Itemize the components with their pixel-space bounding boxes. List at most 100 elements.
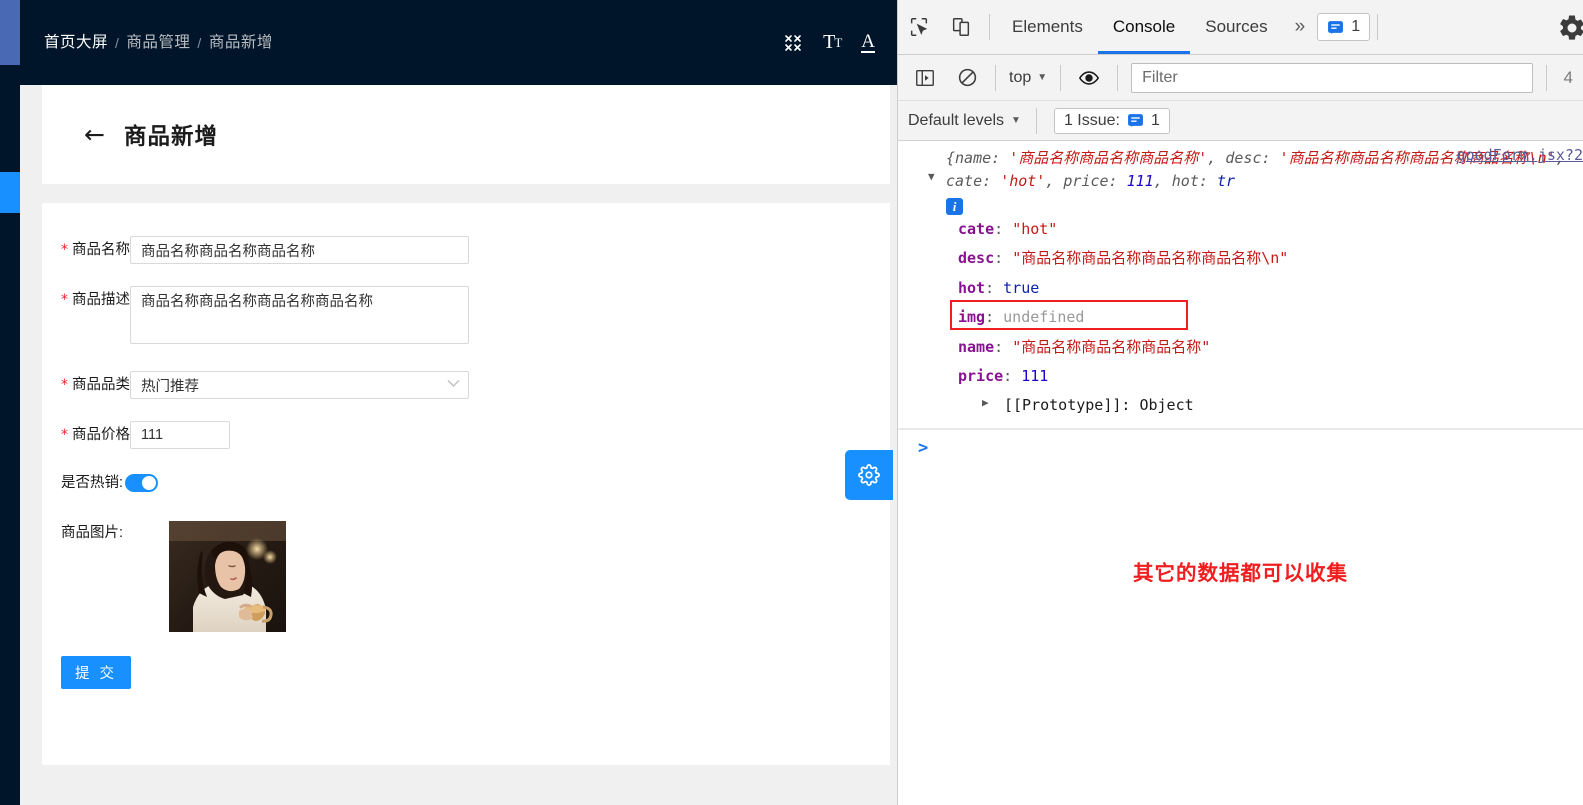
property-colon: :	[994, 337, 1013, 356]
product-price-input[interactable]	[130, 421, 230, 449]
preview-open-brace: {	[946, 149, 956, 167]
more-tabs-icon[interactable]: »	[1283, 16, 1318, 38]
toolbar-divider	[1377, 14, 1379, 40]
breadcrumb: 首页大屏 / 商品管理 / 商品新增	[44, 35, 273, 51]
toolbar-divider	[1035, 107, 1037, 134]
product-image-thumbnail[interactable]	[169, 521, 286, 632]
prototype-row[interactable]: ▶ [[Prototype]]: Object	[958, 391, 1583, 420]
form-row-hot: 是否热销:	[42, 471, 890, 495]
issue-message-icon	[1128, 114, 1143, 127]
issues-counter-badge[interactable]: 1	[1317, 13, 1371, 41]
clear-console-icon[interactable]	[946, 57, 988, 99]
log-levels-label: Default levels	[908, 111, 1005, 129]
devtools-tabbar: Elements Console Sources » 1	[898, 0, 1583, 55]
web-page-pane: 首页大屏 / 商品管理 / 商品新增 TT A ← 商品新增 * 商品名称 商品…	[0, 0, 897, 805]
toggle-knob	[142, 476, 156, 490]
tab-elements[interactable]: Elements	[997, 0, 1098, 54]
live-expression-eye-icon[interactable]	[1068, 57, 1110, 99]
property-row-price[interactable]: price: 111	[958, 362, 1583, 391]
product-desc-textarea[interactable]: 商品名称商品名称商品名称商品名称	[130, 286, 469, 344]
property-value: "商品名称商品名称商品名称商品名称\n"	[1012, 249, 1289, 268]
context-label: top	[1009, 68, 1032, 86]
console-source-link[interactable]: goodForm.jsx?2	[1457, 146, 1583, 164]
settings-gear-fab[interactable]	[845, 450, 893, 500]
product-category-select[interactable]	[130, 371, 469, 399]
info-icon: i	[946, 198, 963, 215]
property-colon: :	[994, 220, 1013, 238]
log-levels-selector[interactable]: Default levels ▼	[908, 112, 1029, 130]
property-row-img[interactable]: img: undefined	[950, 300, 1583, 332]
devtools-panel: Elements Console Sources » 1 top ▼ Filte…	[897, 0, 1583, 805]
tab-sources[interactable]: Sources	[1190, 0, 1282, 54]
breadcrumb-item-product-manage[interactable]: 商品管理	[126, 35, 190, 51]
info-badge-row: i	[898, 194, 1583, 215]
label-text: 商品价格	[72, 427, 130, 443]
issues-label: 1 Issue:	[1063, 111, 1120, 129]
property-key: img	[958, 308, 986, 327]
toolbar-divider	[1060, 64, 1062, 91]
hidden-messages-count: 4	[1563, 67, 1573, 87]
preview-key-name: name:	[955, 149, 1010, 167]
form-label-price: * 商品价格	[42, 421, 130, 449]
property-row-hot[interactable]: hot: true	[958, 274, 1583, 303]
toolbar-divider	[989, 14, 990, 40]
toolbar-divider	[1545, 64, 1547, 91]
property-value: true	[1003, 278, 1040, 297]
product-form-card: *商品名称 *商品描述 商品名称商品名称商品名称商品名称	[42, 203, 890, 765]
expand-disclosure-triangle[interactable]: ▼	[928, 170, 935, 183]
expand-disclosure-triangle[interactable]: ▶	[982, 392, 989, 414]
form-row-name: * 商品名称	[42, 236, 890, 264]
property-row-cate[interactable]: cate: "hot"	[958, 215, 1583, 244]
back-arrow-icon[interactable]: ←	[84, 122, 105, 147]
property-value: 111	[1021, 366, 1049, 385]
text-size-icon[interactable]: TT	[823, 31, 842, 54]
chevron-down-icon: ▼	[1037, 72, 1048, 83]
object-properties-list: cate: "hot" desc: "商品名称商品名称商品名称商品名称\n" h…	[898, 215, 1583, 421]
breadcrumb-item-product-add[interactable]: 商品新增	[209, 35, 273, 51]
sidebar-active-item-indicator[interactable]	[0, 172, 20, 213]
form-row-category: * 商品品类	[42, 371, 890, 399]
required-marker: *	[61, 242, 68, 258]
console-level-bar: Default levels ▼ 1 Issue: 1	[898, 101, 1583, 141]
property-colon: :	[985, 278, 1004, 297]
property-key: price	[958, 366, 1004, 385]
tab-console[interactable]: Console	[1098, 0, 1190, 54]
fullscreen-exit-icon[interactable]	[783, 33, 803, 53]
hot-toggle-switch[interactable]	[125, 474, 158, 492]
issues-summary-pill[interactable]: 1 Issue: 1	[1053, 107, 1170, 134]
font-color-icon[interactable]: A	[861, 31, 875, 54]
property-colon: :	[985, 308, 1004, 327]
console-log-entry: goodForm.jsx?2 {name: '商品名称商品名称商品名称', de…	[898, 141, 1583, 429]
page-header-card: ← 商品新增	[42, 85, 890, 184]
red-annotation-text: 其它的数据都可以收集	[1133, 561, 1348, 585]
product-name-input[interactable]	[130, 236, 469, 264]
form-label-image: 商品图片:	[61, 525, 124, 541]
console-sidebar-toggle-icon[interactable]	[904, 57, 946, 99]
property-value: "商品名称商品名称商品名称"	[1012, 337, 1211, 356]
console-prompt-caret: >	[918, 437, 929, 458]
preview-value-price: 111	[1126, 172, 1154, 191]
form-label-desc: * 商品描述	[42, 286, 130, 314]
devtools-settings-gear-icon[interactable]	[1557, 13, 1583, 48]
property-row-name[interactable]: name: "商品名称商品名称商品名称"	[958, 333, 1583, 362]
console-prompt-row[interactable]: >	[898, 428, 1583, 466]
form-label-name: * 商品名称	[42, 236, 130, 264]
device-toolbar-icon[interactable]	[940, 6, 982, 48]
execution-context-selector[interactable]: top ▼	[1003, 69, 1053, 87]
issue-message-icon	[1328, 20, 1344, 34]
property-colon: :	[1003, 366, 1022, 385]
property-row-desc[interactable]: desc: "商品名称商品名称商品名称商品名称\n"	[958, 244, 1583, 273]
submit-button[interactable]: 提 交	[61, 656, 132, 689]
form-label-category: * 商品品类	[42, 371, 130, 399]
issues-pill-count: 1	[1150, 111, 1160, 129]
inspect-element-icon[interactable]	[898, 6, 940, 48]
field-name	[130, 236, 469, 264]
console-filter-input[interactable]	[1131, 62, 1533, 93]
field-desc: 商品名称商品名称商品名称商品名称	[130, 286, 469, 349]
field-price	[130, 421, 230, 449]
property-value: undefined	[1003, 308, 1085, 327]
label-text: 商品名称	[72, 242, 130, 258]
prototype-label: [[Prototype]]: Object	[1004, 396, 1194, 415]
breadcrumb-item-home[interactable]: 首页大屏	[44, 35, 108, 51]
property-key: name	[958, 337, 995, 356]
